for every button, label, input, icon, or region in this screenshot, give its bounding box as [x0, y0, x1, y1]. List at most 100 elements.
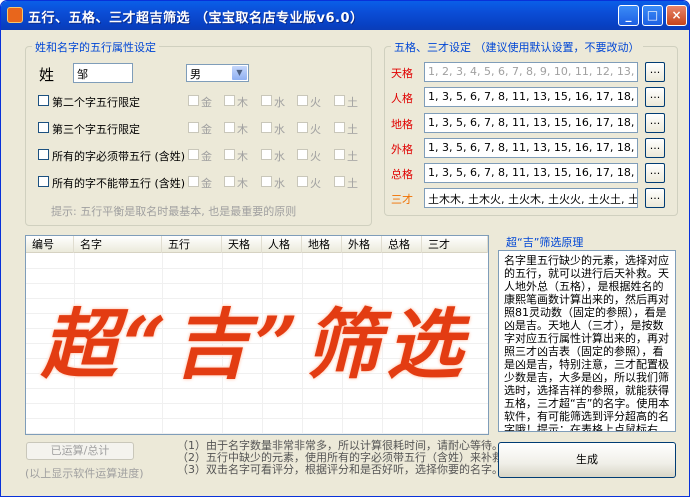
renge-browse-button[interactable]: ... [645, 87, 665, 107]
col-wuxing[interactable]: 五行 [162, 236, 222, 253]
element-checkbox[interactable] [224, 176, 235, 187]
element-checkbox[interactable] [297, 95, 308, 106]
principle-title: 超“吉”筛选原理 [506, 236, 584, 249]
wuge-settings-title: 五格、三才设定 （建议使用默认设置，不要改动） [391, 39, 643, 55]
element-checkbox[interactable] [261, 149, 272, 160]
waige-label: 外格 [391, 143, 413, 156]
col-waige[interactable]: 外格 [342, 236, 382, 253]
main-window: 五行、五格、三才超吉筛选 （宝宝取名店专业版v6.0） _ □ × 姓和名字的五… [0, 0, 690, 497]
element-checkbox[interactable] [188, 176, 199, 187]
col-tiange[interactable]: 天格 [222, 236, 262, 253]
tiange-browse-button[interactable]: ... [645, 62, 665, 82]
element-checkbox[interactable] [224, 95, 235, 106]
wuxing-limit-label: 所有的字不能带五行 (含姓) [52, 177, 186, 190]
element-label: 木 [237, 150, 248, 163]
element-label: 火 [310, 96, 321, 109]
progress-status-button[interactable]: 已运算/总计 [26, 442, 134, 460]
element-checkbox[interactable] [297, 149, 308, 160]
element-label: 土 [347, 123, 358, 136]
gender-select[interactable]: 男 ▼ [186, 64, 249, 82]
col-sancai[interactable]: 三才 [422, 236, 488, 253]
renge-input[interactable]: 1, 3, 5, 6, 7, 8, 11, 13, 15, 16, 17, 18… [424, 87, 638, 107]
chevron-down-icon[interactable]: ▼ [232, 66, 247, 80]
usage-notes: （1）由于名字数量非常非常多，所以计算很耗时间，请耐心等待。 （2）五行中缺少的… [177, 440, 503, 476]
element-label: 水 [274, 96, 285, 109]
minimize-button[interactable]: _ [618, 5, 639, 26]
principle-text: 名字里五行缺少的元素，选择对应的五行，就可以进行后天补救。天人地外总（五格），是… [498, 250, 676, 432]
sancai-input[interactable]: 土木木, 土木火, 土火木, 土火火, 土火土, 土火金 [424, 188, 638, 208]
zongge-browse-button[interactable]: ... [645, 163, 665, 183]
element-checkbox[interactable] [297, 176, 308, 187]
wuxing-limit-label: 所有的字必须带五行 (含姓) [52, 150, 186, 163]
progress-hint: (以上显示软件运算进度) [25, 467, 144, 480]
waige-browse-button[interactable]: ... [645, 138, 665, 158]
close-button[interactable]: × [666, 5, 687, 26]
waige-input[interactable]: 1, 3, 5, 6, 7, 8, 11, 13, 15, 16, 17, 18… [424, 138, 638, 158]
col-id[interactable]: 编号 [26, 236, 74, 253]
dige-input[interactable]: 1, 3, 5, 6, 7, 8, 11, 13, 15, 16, 17, 18… [424, 113, 638, 133]
element-label: 木 [237, 123, 248, 136]
surname-input[interactable]: 邹 [73, 63, 133, 83]
usage-note: （3）双击名字可看评分，根据评分和是否好听，选择你要的名字。 [177, 463, 503, 476]
app-icon [7, 7, 23, 23]
col-zongge[interactable]: 总格 [382, 236, 422, 253]
element-checkbox[interactable] [188, 122, 199, 133]
element-checkbox[interactable] [297, 122, 308, 133]
sancai-browse-button[interactable]: ... [645, 188, 665, 208]
element-label: 土 [347, 150, 358, 163]
element-checkbox[interactable] [224, 122, 235, 133]
col-dige[interactable]: 地格 [302, 236, 342, 253]
element-checkbox[interactable] [334, 95, 345, 106]
col-renge[interactable]: 人格 [262, 236, 302, 253]
zongge-input[interactable]: 1, 3, 5, 6, 7, 8, 11, 13, 15, 16, 17, 18… [424, 163, 638, 183]
dige-browse-button[interactable]: ... [645, 113, 665, 133]
element-label: 火 [310, 123, 321, 136]
results-table-header: 编号 名字 五行 天格 人格 地格 外格 总格 三才 [26, 236, 488, 253]
element-checkbox[interactable] [188, 95, 199, 106]
element-checkbox[interactable] [261, 122, 272, 133]
element-label: 水 [274, 177, 285, 190]
zongge-label: 总格 [391, 168, 413, 181]
element-label: 金 [201, 150, 212, 163]
surname-label: 姓 [39, 66, 55, 84]
element-label: 金 [201, 123, 212, 136]
tiange-input[interactable]: 1, 2, 3, 4, 5, 6, 7, 8, 9, 10, 11, 12, 1… [424, 62, 638, 82]
element-checkbox[interactable] [334, 176, 345, 187]
table-gridline [26, 403, 488, 404]
table-gridline [26, 268, 488, 269]
element-checkbox[interactable] [261, 176, 272, 187]
element-label: 火 [310, 150, 321, 163]
element-checkbox[interactable] [334, 122, 345, 133]
table-gridline [26, 418, 488, 419]
element-label: 土 [347, 96, 358, 109]
wuxing-limit-checkbox[interactable] [38, 176, 49, 187]
element-label: 水 [274, 123, 285, 136]
wuxing-limit-label: 第二个字五行限定 [52, 96, 140, 109]
element-checkbox[interactable] [188, 149, 199, 160]
element-checkbox[interactable] [334, 149, 345, 160]
tiange-label: 天格 [391, 67, 413, 80]
title-bar[interactable]: 五行、五格、三才超吉筛选 （宝宝取名店专业版v6.0） _ □ × [1, 1, 689, 30]
element-label: 水 [274, 150, 285, 163]
wuxing-hint: 提示: 五行平衡是取名时最基本, 也是最重要的原则 [51, 205, 297, 218]
element-label: 土 [347, 177, 358, 190]
wuxing-settings-title: 姓和名字的五行属性设定 [32, 39, 159, 55]
table-gridline [26, 433, 488, 434]
renge-label: 人格 [391, 92, 413, 105]
maximize-button[interactable]: □ [642, 5, 663, 26]
generate-button[interactable]: 生成 [498, 442, 676, 478]
wuxing-limit-checkbox[interactable] [38, 149, 49, 160]
element-label: 金 [201, 96, 212, 109]
dige-label: 地格 [391, 118, 413, 131]
element-label: 金 [201, 177, 212, 190]
wuxing-limit-checkbox[interactable] [38, 122, 49, 133]
element-checkbox[interactable] [224, 149, 235, 160]
col-name[interactable]: 名字 [74, 236, 162, 253]
element-label: 木 [237, 96, 248, 109]
window-title: 五行、五格、三才超吉筛选 （宝宝取名店专业版v6.0） [28, 11, 364, 26]
wuxing-limit-label: 第三个字五行限定 [52, 123, 140, 136]
element-checkbox[interactable] [261, 95, 272, 106]
gender-select-value: 男 [190, 68, 201, 81]
element-label: 木 [237, 177, 248, 190]
wuxing-limit-checkbox[interactable] [38, 95, 49, 106]
